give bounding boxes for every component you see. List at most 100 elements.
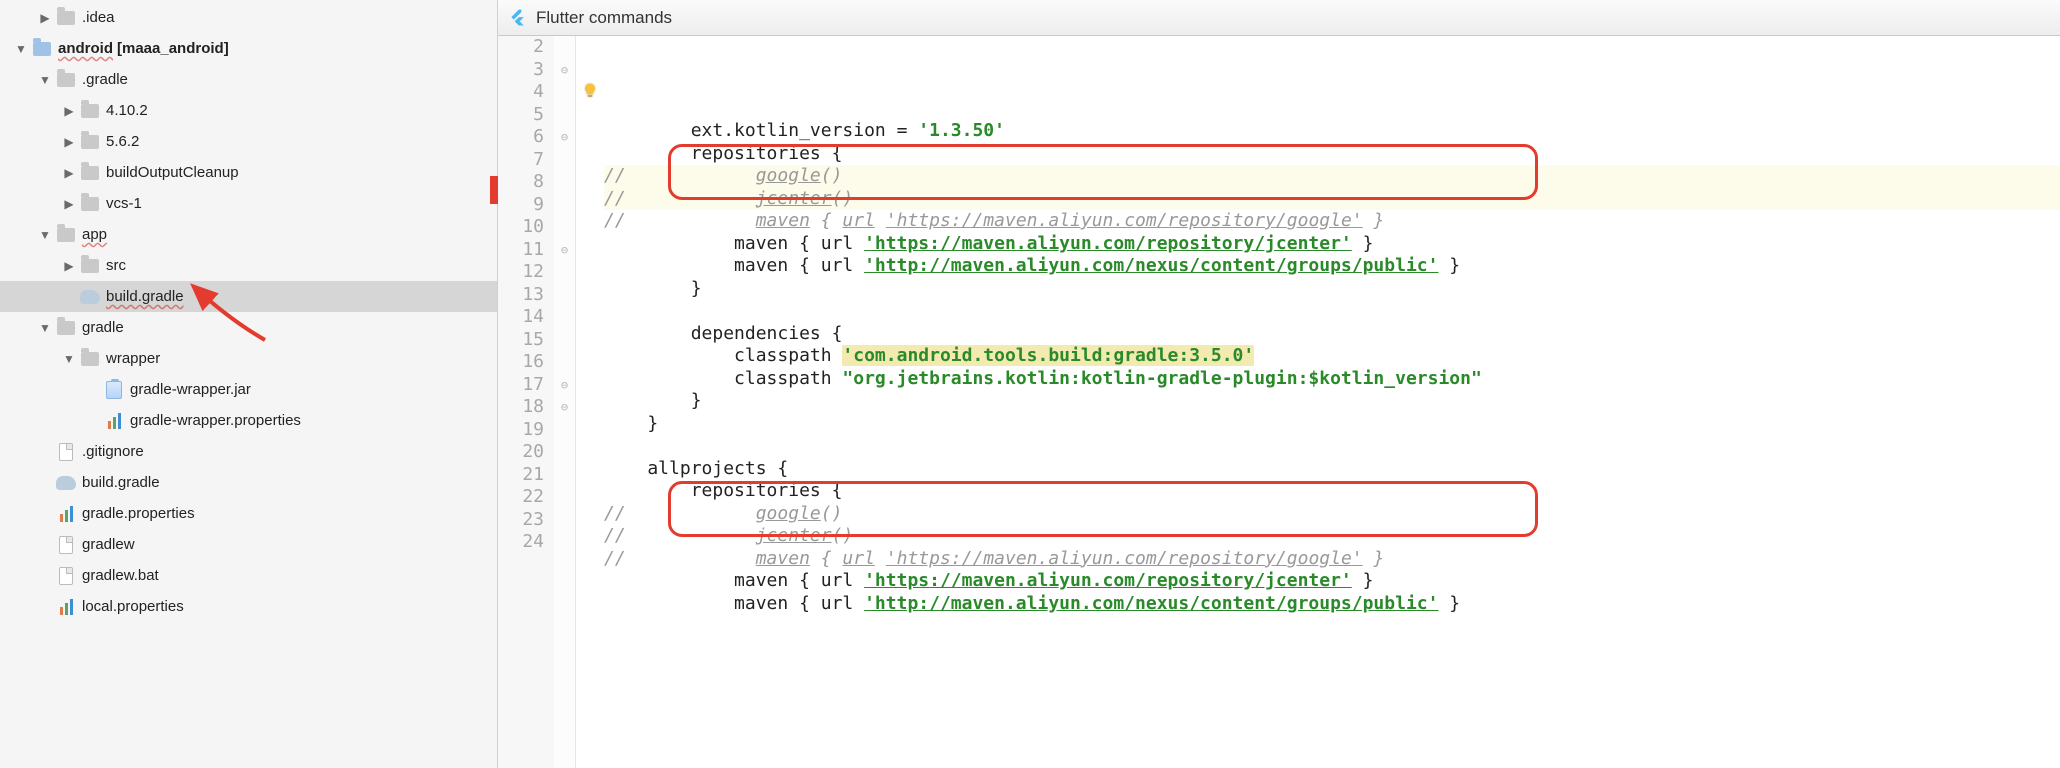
code-line[interactable]: maven { url 'http://maven.aliyun.com/nex… (604, 593, 2060, 616)
chevron-right-icon[interactable]: ▶ (62, 197, 76, 211)
folder-icon (80, 195, 100, 213)
fold-marker[interactable]: ⊖ (554, 59, 575, 82)
tree-item[interactable]: ▼gradle (0, 312, 497, 343)
properties-icon (104, 412, 124, 430)
fold-marker[interactable]: ⊖ (554, 396, 575, 419)
code-line[interactable]: } (604, 390, 2060, 413)
code-line[interactable] (604, 615, 2060, 638)
chevron-right-icon[interactable]: ▶ (62, 104, 76, 118)
fold-marker (554, 261, 575, 284)
tree-item-label: 4.10.2 (106, 102, 148, 119)
tree-item[interactable]: ▼android[maaa_android] (0, 33, 497, 64)
chevron-right-icon[interactable]: ▶ (62, 166, 76, 180)
tree-item-label: gradle.properties (82, 505, 195, 522)
tree-item[interactable]: ▼ wrapper (0, 343, 497, 374)
chevron-down-icon[interactable]: ▼ (38, 73, 52, 87)
code-line[interactable]: repositories { (604, 480, 2060, 503)
lightbulb-icon[interactable] (576, 81, 604, 101)
code-line[interactable]: classpath 'com.android.tools.build:gradl… (604, 345, 2060, 368)
tree-item[interactable]: ▶src (0, 250, 497, 281)
code-line[interactable]: repositories { (604, 143, 2060, 166)
code-line[interactable]: allprojects { (604, 458, 2060, 481)
code-line[interactable] (604, 435, 2060, 458)
folder-icon (80, 102, 100, 120)
tree-item[interactable]: ▶gradlew (0, 529, 497, 560)
tree-item[interactable]: ▶ 5.6.2 (0, 126, 497, 157)
tree-item-label: gradle-wrapper.properties (130, 412, 301, 429)
code-line[interactable]: // maven { url 'https://maven.aliyun.com… (604, 548, 2060, 571)
tree-item[interactable]: ▼app (0, 219, 497, 250)
chevron-right-icon[interactable]: ▶ (38, 11, 52, 25)
tree-item-label: wrapper (106, 350, 160, 367)
chevron-down-icon[interactable]: ▼ (62, 352, 76, 366)
tree-item[interactable]: ▶build.gradle (0, 467, 497, 498)
fold-marker[interactable]: ⊖ (554, 126, 575, 149)
tree-item-label: .gradle (82, 71, 128, 88)
tree-item-label: gradlew.bat (82, 567, 159, 584)
tree-item-label: gradlew (82, 536, 135, 553)
gradle-icon (80, 288, 100, 306)
line-number: 21 (498, 464, 544, 487)
tree-item[interactable]: ▶ 4.10.2 (0, 95, 497, 126)
fold-gutter[interactable]: ⊖⊖⊖⊖⊖ (554, 36, 576, 768)
line-number: 14 (498, 306, 544, 329)
chevron-down-icon[interactable]: ▼ (38, 321, 52, 335)
tree-item[interactable]: ▼ .gradle (0, 64, 497, 95)
annotation-gutter (576, 36, 604, 768)
line-number: 9 (498, 194, 544, 217)
tree-item[interactable]: ▶buildOutputCleanup (0, 157, 497, 188)
code-line[interactable]: // google() (604, 165, 2060, 188)
line-number: 22 (498, 486, 544, 509)
code-editor[interactable]: 23456789101112131415161718192021222324 ⊖… (498, 36, 2060, 768)
code-line[interactable]: } (604, 278, 2060, 301)
code-line[interactable]: // jcenter() (604, 525, 2060, 548)
properties-icon (56, 598, 76, 616)
line-number: 12 (498, 261, 544, 284)
file-icon (56, 443, 76, 461)
fold-marker (554, 104, 575, 127)
flutter-banner[interactable]: Flutter commands (498, 0, 2060, 36)
tree-item[interactable]: ▶.gitignore (0, 436, 497, 467)
chevron-down-icon[interactable]: ▼ (14, 42, 28, 56)
code-line[interactable]: // maven { url 'https://maven.aliyun.com… (604, 210, 2060, 233)
line-number: 23 (498, 509, 544, 532)
code-line[interactable]: maven { url 'https://maven.aliyun.com/re… (604, 570, 2060, 593)
line-number: 2 (498, 36, 544, 59)
code-line[interactable]: maven { url 'http://maven.aliyun.com/nex… (604, 255, 2060, 278)
folder-icon (80, 257, 100, 275)
code-line[interactable]: dependencies { (604, 323, 2060, 346)
chevron-down-icon[interactable]: ▼ (38, 228, 52, 242)
chevron-right-icon[interactable]: ▶ (62, 135, 76, 149)
code-line[interactable]: // jcenter() (604, 188, 2060, 211)
fold-marker[interactable]: ⊖ (554, 374, 575, 397)
project-tree[interactable]: ▶.idea▼android[maaa_android]▼.gradle▶4.1… (0, 0, 498, 768)
code-body[interactable]: ext.kotlin_version = '1.3.50' repositori… (604, 36, 2060, 768)
folder-icon (56, 71, 76, 89)
code-line[interactable] (604, 300, 2060, 323)
fold-marker[interactable]: ⊖ (554, 239, 575, 262)
file-icon (56, 536, 76, 554)
tree-item[interactable]: ▶ .idea (0, 2, 497, 33)
banner-title: Flutter commands (536, 8, 672, 28)
tree-item[interactable]: ▶gradlew.bat (0, 560, 497, 591)
code-line[interactable]: } (604, 413, 2060, 436)
code-line[interactable]: ext.kotlin_version = '1.3.50' (604, 120, 2060, 143)
line-number: 5 (498, 104, 544, 127)
tree-item[interactable]: ▶local.properties (0, 591, 497, 622)
tree-item-suffix: [maaa_android] (117, 40, 229, 57)
chevron-right-icon[interactable]: ▶ (62, 259, 76, 273)
tree-item[interactable]: ▶gradle.properties (0, 498, 497, 529)
fold-marker (554, 351, 575, 374)
tree-item[interactable]: ▶gradle-wrapper.jar (0, 374, 497, 405)
tree-item-label: .idea (82, 9, 115, 26)
tree-item[interactable]: ▶gradle-wrapper.properties (0, 405, 497, 436)
code-line[interactable]: maven { url 'https://maven.aliyun.com/re… (604, 233, 2060, 256)
tree-item-label: 5.6.2 (106, 133, 139, 150)
line-number: 18 (498, 396, 544, 419)
tree-item[interactable]: ▶build.gradle (0, 281, 497, 312)
jar-icon (104, 381, 124, 399)
code-line[interactable]: // google() (604, 503, 2060, 526)
tree-item[interactable]: ▶vcs-1 (0, 188, 497, 219)
line-number: 4 (498, 81, 544, 104)
code-line[interactable]: classpath "org.jetbrains.kotlin:kotlin-g… (604, 368, 2060, 391)
